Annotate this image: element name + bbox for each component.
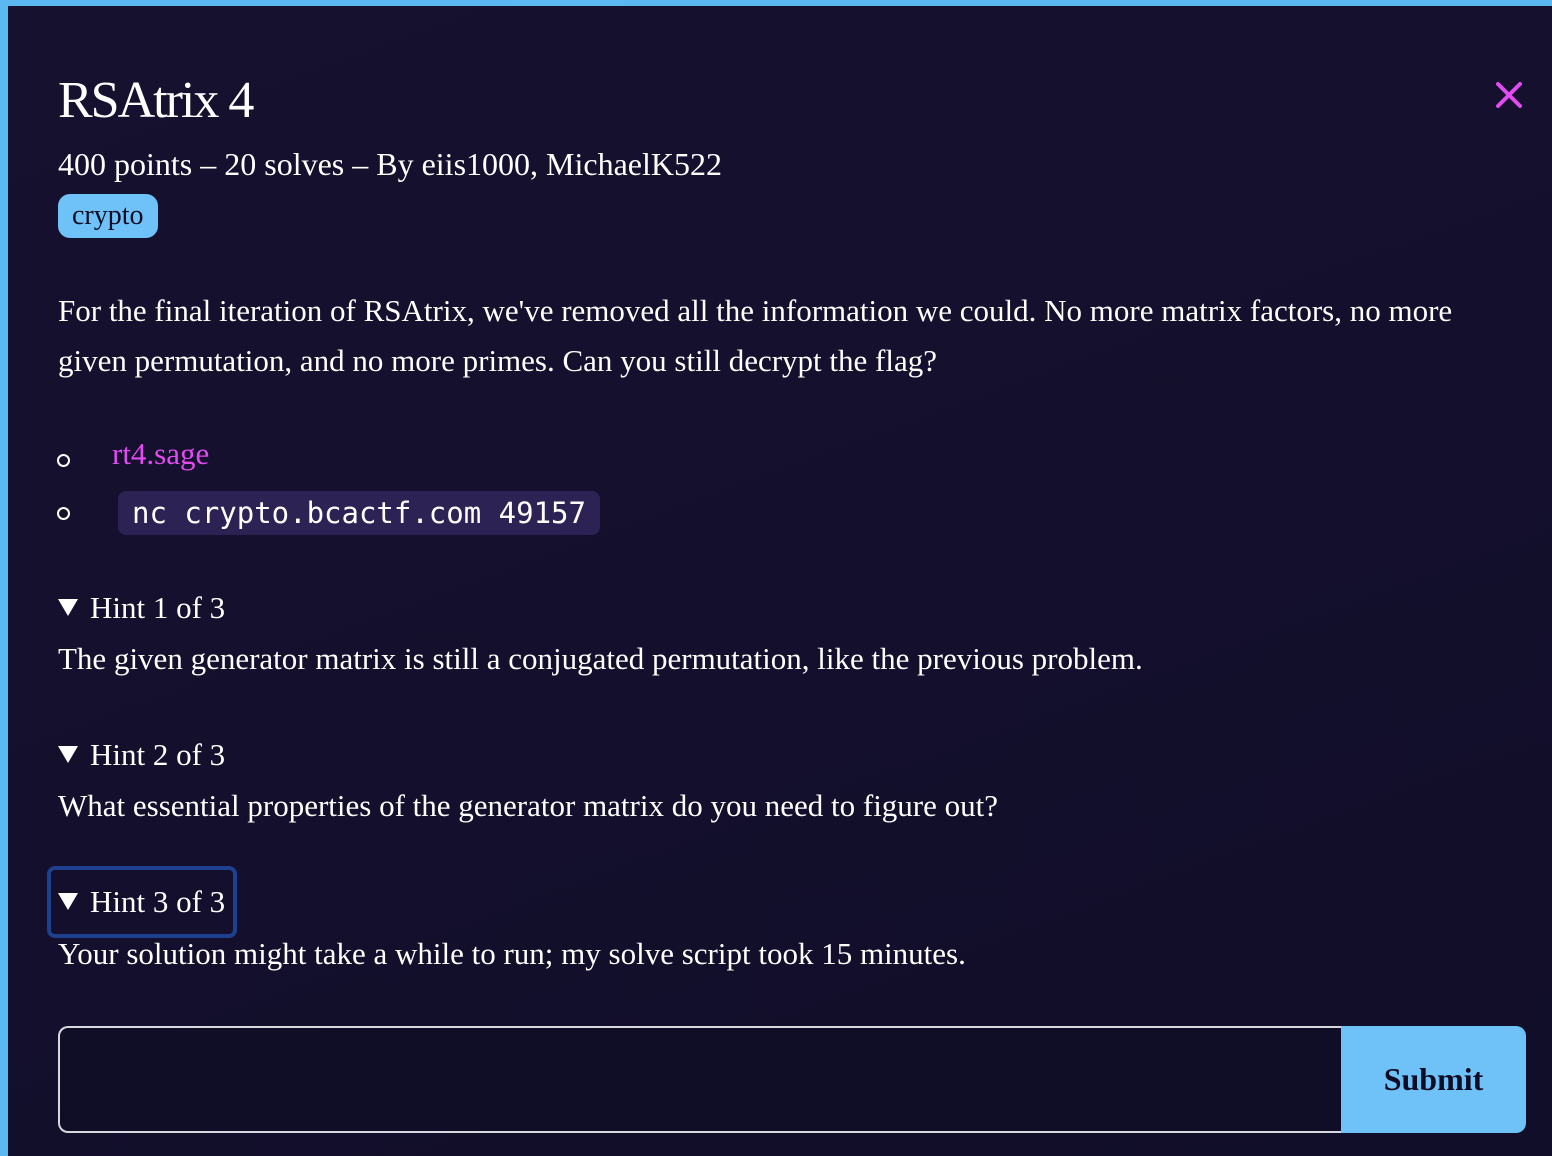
hint-1-text: The given generator matrix is still a co…	[58, 641, 1143, 676]
category-tag: crypto	[58, 194, 158, 238]
hint-3-text: Your solution might take a while to run;…	[58, 936, 966, 971]
netcat-command: nc crypto.bcactf.com 49157	[118, 491, 600, 535]
challenge-meta: 400 points – 20 solves – By eiis1000, Mi…	[58, 146, 722, 182]
disclosure-triangle-icon	[58, 599, 78, 616]
close-button[interactable]	[1486, 72, 1532, 118]
flag-input[interactable]	[58, 1026, 1342, 1133]
bullet-icon	[57, 507, 70, 520]
list-item: nc crypto.bcactf.com 49157	[8, 434, 708, 535]
hint-3-label: Hint 3 of 3	[90, 884, 226, 919]
challenge-modal: RSAtrix 4 400 points – 20 solves – By ei…	[0, 0, 1552, 1156]
disclosure-triangle-icon	[58, 893, 78, 910]
close-icon	[1496, 82, 1522, 108]
hint-2-text: What essential properties of the generat…	[58, 788, 999, 823]
hint-1-toggle[interactable]: Hint 1 of 3	[58, 586, 225, 630]
submit-button[interactable]: Submit	[1341, 1026, 1526, 1133]
hint-2-label: Hint 2 of 3	[90, 737, 226, 772]
hint-3-toggle[interactable]: Hint 3 of 3	[46, 866, 238, 938]
challenge-title: RSAtrix 4	[58, 72, 254, 129]
challenge-description: For the final iteration of RSAtrix, we'v…	[58, 293, 1453, 378]
disclosure-triangle-icon	[58, 746, 78, 763]
hint-1-label: Hint 1 of 3	[90, 590, 226, 625]
hint-2-toggle[interactable]: Hint 2 of 3	[58, 733, 225, 777]
